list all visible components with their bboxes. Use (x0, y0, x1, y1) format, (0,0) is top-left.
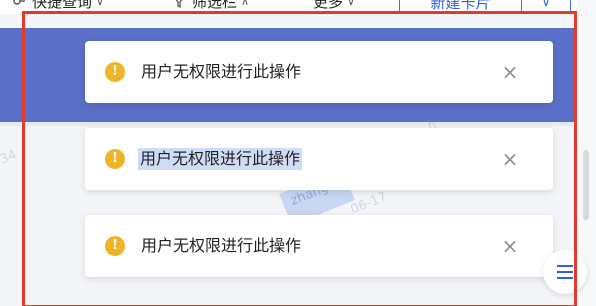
warning-icon: ! (105, 149, 125, 169)
toast-text: 用户无权限进行此操作 (141, 62, 302, 81)
funnel-icon (175, 0, 183, 8)
warning-icon: ! (105, 236, 125, 256)
list-icon (557, 265, 573, 279)
toast-text: 用户无权限进行此操作 (141, 236, 302, 255)
watermark-fragment: 34 (0, 147, 19, 168)
more-dropdown[interactable]: 更多 ∨ (313, 0, 355, 11)
quick-query-dropdown[interactable]: 快捷查询 ∨ (32, 0, 104, 11)
close-icon[interactable]: × (499, 61, 521, 83)
filter-bar-toggle[interactable]: 筛选栏 ∧ (192, 0, 249, 11)
more-label: 更多 (313, 0, 344, 11)
new-card-button-group: 新建卡片 ∨ (399, 0, 571, 14)
toast-message: ! 用户无权限进行此操作 × (85, 215, 553, 277)
toast-text-selected: 用户无权限进行此操作 (138, 148, 303, 170)
chevron-down-icon: ∨ (347, 0, 356, 8)
app-stage: 快捷查询 ∨ 筛选栏 ∧ 更多 ∨ 新建卡片 ∨ 34 h zhang 06-1… (0, 0, 596, 306)
close-icon[interactable]: × (499, 148, 521, 170)
chevron-down-icon: ∨ (541, 0, 551, 9)
new-card-dropdown-button[interactable]: ∨ (522, 0, 570, 13)
floating-menu-button[interactable] (543, 250, 587, 294)
vertical-scrollbar[interactable] (583, 150, 589, 220)
warning-icon: ! (105, 62, 125, 82)
banner-divider (0, 122, 596, 126)
toast-message: ! 用户无权限进行此操作 × (85, 128, 553, 190)
chevron-down-icon: ∨ (96, 0, 105, 8)
chevron-up-icon: ∧ (241, 0, 250, 8)
quick-query-label: 快捷查询 (32, 0, 93, 11)
top-toolbar: 快捷查询 ∨ 筛选栏 ∧ 更多 ∨ 新建卡片 ∨ (0, 0, 596, 14)
filter-bar-label: 筛选栏 (192, 0, 238, 11)
filter-icon (13, 0, 25, 5)
watermark-date: 06-17 (348, 189, 390, 218)
new-card-button[interactable]: 新建卡片 (400, 0, 522, 13)
toast-message: ! 用户无权限进行此操作 × (85, 41, 553, 103)
close-icon[interactable]: × (499, 235, 521, 257)
